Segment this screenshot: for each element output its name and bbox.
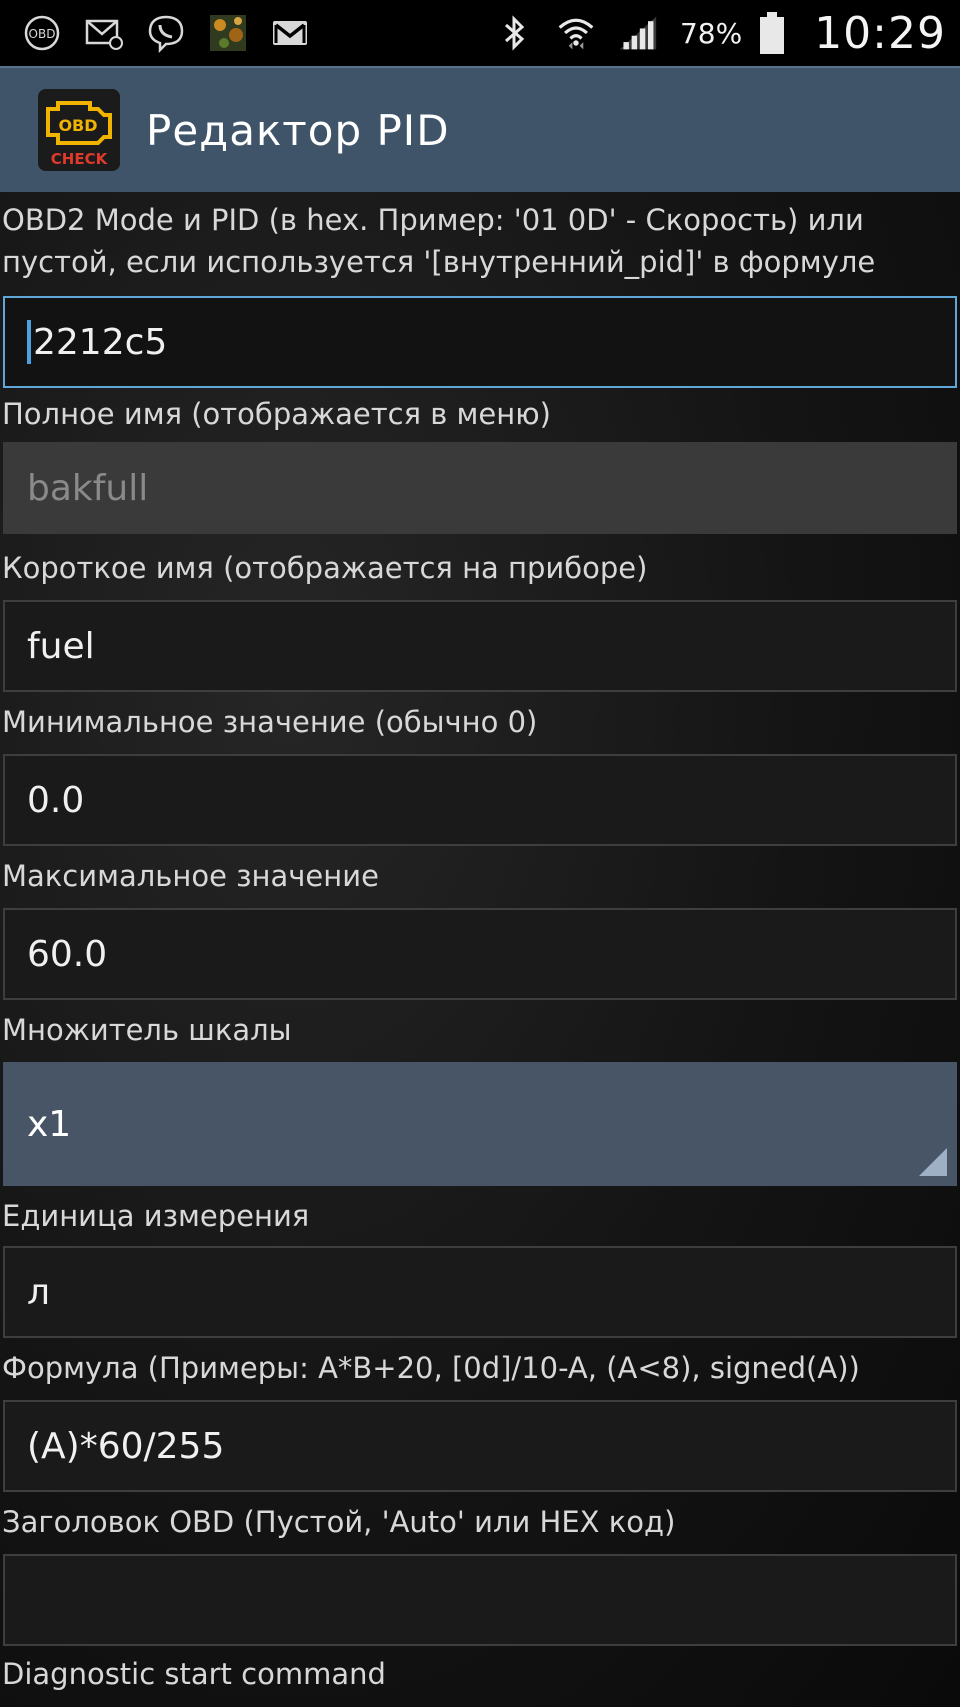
- app-icon-bottom-text: CHECK: [51, 150, 109, 168]
- battery-percent: 78%: [679, 16, 743, 50]
- screen: OBD 78% 10:29 OBD CHECK Редактор PID OBD…: [0, 0, 960, 1707]
- unit-value: л: [27, 1271, 51, 1313]
- status-bar-notifications: OBD: [22, 13, 310, 53]
- formula-label: Формула (Примеры: A*B+20, [0d]/10-A, (A<…: [2, 1351, 860, 1385]
- obd-header-input[interactable]: [3, 1554, 957, 1646]
- max-value-input[interactable]: 60.0: [3, 908, 957, 1000]
- pid-input-value: 2212c5: [33, 321, 168, 363]
- pid-input[interactable]: 2212c5: [3, 296, 957, 388]
- app-icon[interactable]: OBD CHECK: [38, 89, 120, 171]
- short-name-input[interactable]: fuel: [3, 600, 957, 692]
- max-value-label: Максимальное значение: [2, 859, 379, 893]
- gmail-icon: [270, 13, 310, 53]
- obd-header-label: Заголовок OBD (Пустой, 'Auto' или HEX ко…: [2, 1505, 676, 1539]
- action-bar: OBD CHECK Редактор PID: [0, 66, 960, 192]
- email-icon: [84, 13, 124, 53]
- scale-multiplier-label: Множитель шкалы: [2, 1013, 292, 1047]
- unit-label: Единица измерения: [2, 1199, 310, 1233]
- status-bar: OBD 78% 10:29: [0, 0, 960, 66]
- pid-label-line2: пустой, если используется '[внутренний_p…: [2, 245, 876, 279]
- min-value-value: 0.0: [27, 779, 85, 821]
- app-icon-top-text: OBD: [58, 116, 97, 135]
- battery-icon: [752, 12, 792, 54]
- scale-multiplier-value: x1: [27, 1103, 72, 1145]
- pid-label-line1: OBD2 Mode и PID (в hex. Пример: '01 0D' …: [2, 203, 864, 237]
- text-cursor: [27, 320, 31, 364]
- full-name-input[interactable]: bakfull: [3, 442, 957, 534]
- viber-icon: [146, 13, 186, 53]
- max-value-value: 60.0: [27, 933, 108, 975]
- min-value-label: Минимальное значение (обычно 0): [2, 705, 538, 739]
- full-name-value: bakfull: [27, 467, 149, 509]
- spinner-arrow-icon: [919, 1148, 947, 1176]
- photo-thumbnail-icon: [208, 13, 248, 53]
- min-value-input[interactable]: 0.0: [3, 754, 957, 846]
- formula-value: (A)*60/255: [27, 1425, 225, 1467]
- bluetooth-icon: [494, 13, 534, 53]
- page-title: Редактор PID: [146, 105, 450, 155]
- diagnostic-start-label: Diagnostic start command: [2, 1657, 386, 1691]
- short-name-value: fuel: [27, 625, 95, 667]
- full-name-label: Полное имя (отображается в меню): [2, 397, 551, 431]
- signal-icon: [618, 13, 658, 53]
- wifi-icon: [556, 13, 596, 53]
- status-bar-system: 78% 10:29: [494, 8, 946, 59]
- short-name-label: Короткое имя (отображается на приборе): [2, 551, 648, 585]
- scale-multiplier-spinner[interactable]: x1: [3, 1062, 957, 1186]
- formula-input[interactable]: (A)*60/255: [3, 1400, 957, 1492]
- status-clock: 10:29: [814, 7, 946, 59]
- unit-input[interactable]: л: [3, 1246, 957, 1338]
- obd-icon-text: OBD: [29, 27, 56, 41]
- obd-icon: OBD: [22, 13, 62, 53]
